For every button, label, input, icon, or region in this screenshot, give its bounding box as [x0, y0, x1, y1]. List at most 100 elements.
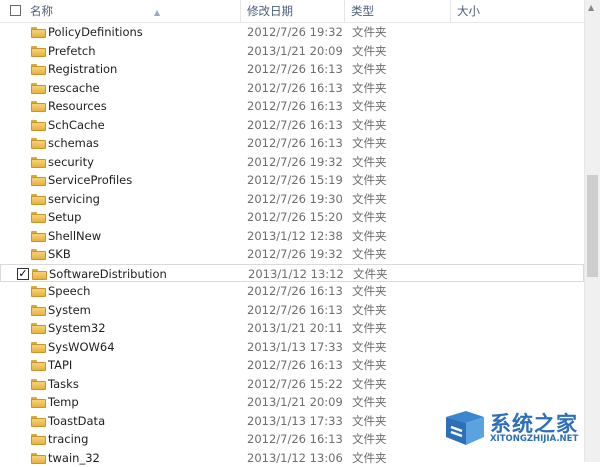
column-header: 名称 ▲ 修改日期 类型 大小 — [0, 0, 584, 23]
file-name: Registration — [48, 60, 117, 79]
file-name: SchCache — [48, 116, 105, 135]
file-row[interactable]: Tasks2012/7/26 15:22文件夹 — [0, 375, 584, 394]
watermark: 系统之家 XITONGZHIJIA.NET — [438, 403, 600, 462]
file-date: 2012/7/26 16:13 — [247, 430, 343, 449]
file-row[interactable]: Resources 2012/7/26 16:13 文件夹 — [0, 97, 584, 116]
file-name: SKB — [48, 245, 71, 264]
file-type: 文件夹 — [352, 319, 387, 338]
file-name: security — [48, 153, 94, 172]
folder-icon — [31, 249, 46, 260]
file-date: 2012/7/26 15:19 — [247, 171, 343, 190]
file-type: 文件夹 — [352, 23, 387, 42]
folder-icon — [31, 342, 46, 353]
file-date: 2012/7/26 16:13 — [247, 356, 343, 375]
file-date: 2012/7/26 16:13 — [247, 79, 343, 98]
file-row[interactable]: security2012/7/26 19:32文件夹 — [0, 153, 584, 172]
file-name: ShellNew — [48, 227, 101, 246]
file-row[interactable]: SchCache 2012/7/26 16:13 文件夹 — [0, 116, 584, 135]
column-name[interactable]: 名称 ▲ — [24, 0, 241, 22]
file-type: 文件夹 — [352, 393, 387, 412]
file-type: 文件夹 — [352, 116, 387, 135]
watermark-subtitle: XITONGZHIJIA.NET — [490, 434, 578, 444]
folder-icon — [31, 379, 46, 390]
file-name: Speech — [48, 282, 90, 301]
file-name: SoftwareDistribution — [49, 265, 167, 284]
file-type: 文件夹 — [352, 412, 387, 431]
file-row[interactable]: SysWOW642013/1/13 17:33文件夹 — [0, 338, 584, 357]
file-date: 2012/7/26 16:13 — [247, 134, 343, 153]
file-date: 2013/1/12 12:38 — [247, 227, 343, 246]
file-type: 文件夹 — [352, 227, 387, 246]
file-row[interactable]: Registration2012/7/26 16:13文件夹 — [0, 60, 584, 79]
file-type: 文件夹 — [352, 356, 387, 375]
file-type: 文件夹 — [353, 265, 388, 284]
file-row[interactable]: System2012/7/26 16:13文件夹 — [0, 301, 584, 320]
file-date: 2012/7/26 16:13 — [247, 97, 343, 116]
file-date: 2012/7/26 19:32 — [247, 23, 343, 42]
file-type: 文件夹 — [352, 245, 387, 264]
folder-icon — [31, 46, 46, 57]
file-date: 2013/1/13 17:33 — [247, 412, 343, 431]
file-name: schemas — [48, 134, 99, 153]
file-date: 2012/7/26 19:32 — [247, 153, 343, 172]
file-row[interactable]: ShellNew 2013/1/12 12:38 文件夹 — [0, 227, 584, 246]
file-name: Setup — [48, 208, 81, 227]
file-row[interactable]: ✓ SoftwareDistribution 2013/1/12 13:12 文件夹 — [0, 264, 584, 283]
file-name: Tasks — [48, 375, 79, 394]
folder-icon — [31, 231, 46, 242]
file-date: 2013/1/12 13:06 — [247, 449, 343, 467]
file-name: Resources — [48, 97, 107, 116]
file-type: 文件夹 — [352, 430, 387, 449]
file-date: 2012/7/26 16:13 — [247, 116, 343, 135]
file-row[interactable]: servicing2012/7/26 19:30文件夹 — [0, 190, 584, 209]
file-name: TAPI — [48, 356, 72, 375]
folder-icon — [31, 175, 46, 186]
file-type: 文件夹 — [352, 134, 387, 153]
file-type: 文件夹 — [352, 208, 387, 227]
select-all-checkbox[interactable] — [10, 5, 21, 16]
row-checkbox[interactable]: ✓ — [17, 268, 29, 280]
file-row[interactable]: Speech2012/7/26 16:13文件夹 — [0, 282, 584, 301]
file-date: 2013/1/12 13:12 — [248, 265, 344, 284]
column-type-label: 类型 — [351, 4, 374, 18]
file-type: 文件夹 — [352, 60, 387, 79]
file-row[interactable]: rescache2012/7/26 16:13文件夹 — [0, 79, 584, 98]
file-row[interactable]: PolicyDefinitions 2012/7/26 19:32 文件夹 — [0, 23, 584, 42]
folder-icon — [31, 212, 46, 223]
file-list: PolicyDefinitions2012/7/26 19:32文件夹Prefe… — [0, 23, 584, 467]
file-date: 2013/1/13 17:33 — [247, 338, 343, 357]
file-row[interactable]: schemas 2012/7/26 16:13 文件夹 — [0, 134, 584, 153]
file-row[interactable]: Setup2012/7/26 15:20文件夹 — [0, 208, 584, 227]
file-row[interactable]: ServiceProfiles 2012/7/26 15:19 文件夹 — [0, 171, 584, 190]
scrollbar-thumb[interactable] — [587, 175, 598, 277]
file-date: 2012/7/26 19:32 — [247, 245, 343, 264]
file-name: PolicyDefinitions — [48, 23, 143, 42]
file-name: twain_32 — [48, 449, 100, 467]
file-row[interactable]: System322013/1/21 20:11文件夹 — [0, 319, 584, 338]
file-type: 文件夹 — [352, 42, 387, 61]
file-row[interactable]: SKB 2012/7/26 19:32 文件夹 — [0, 245, 584, 264]
file-date: 2012/7/26 16:13 — [247, 301, 343, 320]
column-type[interactable]: 类型 — [345, 0, 451, 22]
scroll-up-icon[interactable]: ▲ — [588, 3, 594, 12]
column-date[interactable]: 修改日期 — [241, 0, 345, 22]
folder-icon — [31, 305, 46, 316]
folder-icon — [31, 27, 46, 38]
file-name: ServiceProfiles — [48, 171, 132, 190]
file-row[interactable]: Prefetch2013/1/21 20:09文件夹 — [0, 42, 584, 61]
file-name: System — [48, 301, 91, 320]
folder-icon — [31, 64, 46, 75]
file-type: 文件夹 — [352, 97, 387, 116]
file-row[interactable]: TAPI 2012/7/26 16:13 文件夹 — [0, 356, 584, 375]
file-date: 2013/1/21 20:11 — [247, 319, 343, 338]
column-size[interactable]: 大小 — [451, 0, 531, 22]
folder-icon — [31, 157, 46, 168]
file-type: 文件夹 — [352, 171, 387, 190]
file-type: 文件夹 — [352, 375, 387, 394]
folder-icon — [31, 360, 46, 371]
file-type: 文件夹 — [352, 79, 387, 98]
column-name-label: 名称 — [30, 4, 53, 18]
sort-up-icon: ▲ — [154, 2, 160, 24]
folder-icon — [31, 416, 46, 427]
vertical-scrollbar[interactable]: ▲ — [584, 0, 600, 462]
